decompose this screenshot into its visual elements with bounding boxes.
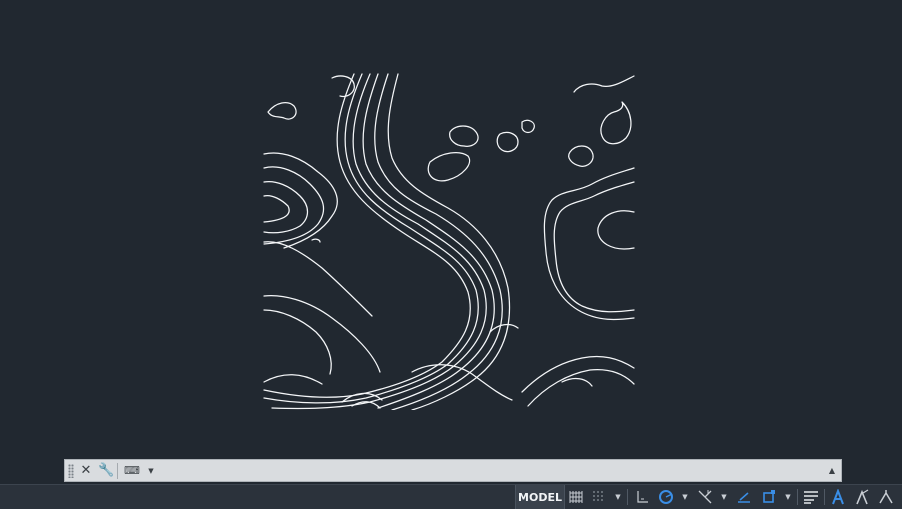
wrench-icon[interactable]: 🔧	[98, 463, 114, 479]
snap-grid-icon[interactable]	[588, 485, 610, 509]
model-space-button[interactable]: MODEL	[515, 485, 565, 509]
polar-tracking-icon[interactable]	[655, 485, 677, 509]
topographic-contour-lines	[263, 73, 635, 410]
annotation-visibility-icon[interactable]	[851, 485, 873, 509]
close-icon[interactable]: ✕	[78, 463, 94, 479]
autoscale-icon[interactable]	[875, 485, 897, 509]
command-input[interactable]	[211, 462, 831, 479]
model-space-viewport[interactable]	[0, 0, 902, 458]
chevron-down-icon[interactable]: ▼	[143, 463, 159, 479]
annotation-scale-icon[interactable]	[827, 485, 849, 509]
drag-handle[interactable]	[68, 464, 74, 478]
chevron-down-icon[interactable]: ▼	[679, 485, 691, 509]
grid-icon[interactable]	[566, 485, 586, 509]
separator	[117, 463, 118, 479]
lineweight-icon[interactable]	[800, 485, 822, 509]
isodraft-icon[interactable]	[694, 485, 716, 509]
object-snap-icon[interactable]	[758, 485, 780, 509]
contour-drawing[interactable]	[262, 72, 636, 410]
object-snap-tracking-icon[interactable]	[733, 485, 755, 509]
chevron-down-icon[interactable]: ▼	[718, 485, 730, 509]
status-bar: MODEL ▼ ▼ ▼ ▼	[0, 484, 902, 509]
command-prompt-icon[interactable]: ⌨	[122, 463, 142, 479]
chevron-down-icon[interactable]: ▼	[782, 485, 794, 509]
chevron-down-icon[interactable]: ▼	[612, 485, 624, 509]
command-line-panel: ✕ 🔧 ⌨ ▼ ▲	[64, 459, 842, 482]
infer-constraints-icon[interactable]	[632, 485, 652, 509]
caret-up-icon[interactable]: ▲	[826, 463, 838, 479]
